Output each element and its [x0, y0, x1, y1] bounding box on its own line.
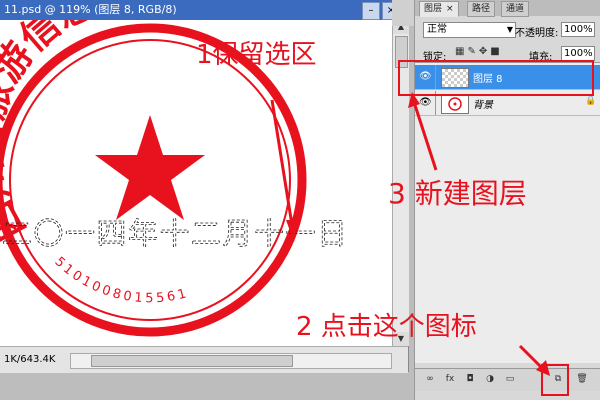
annotation-arrows: [408, 92, 550, 376]
arrow-step2: [518, 344, 544, 370]
arrow-step3: [412, 101, 438, 171]
arrow-step3-head: [408, 92, 420, 108]
